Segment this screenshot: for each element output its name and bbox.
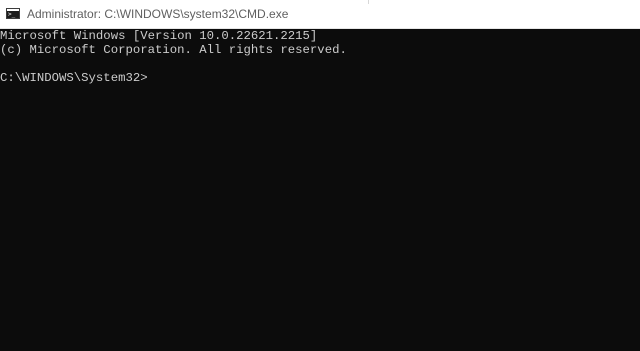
cmd-icon-prompt-symbol: >_	[8, 11, 16, 18]
window-title: Administrator: C:\WINDOWS\system32\CMD.e…	[27, 7, 289, 21]
console-copyright-line: (c) Microsoft Corporation. All rights re…	[0, 43, 347, 57]
console-prompt[interactable]: C:\WINDOWS\System32>	[0, 71, 148, 85]
command-prompt-window: >_ Administrator: C:\WINDOWS\system32\CM…	[0, 0, 640, 351]
title-bar-divider	[368, 0, 369, 4]
console-version-line: Microsoft Windows [Version 10.0.22621.22…	[0, 29, 318, 43]
console-output[interactable]: Microsoft Windows [Version 10.0.22621.22…	[0, 29, 640, 351]
cmd-icon: >_	[6, 8, 20, 19]
title-bar[interactable]: >_ Administrator: C:\WINDOWS\system32\CM…	[0, 0, 640, 29]
